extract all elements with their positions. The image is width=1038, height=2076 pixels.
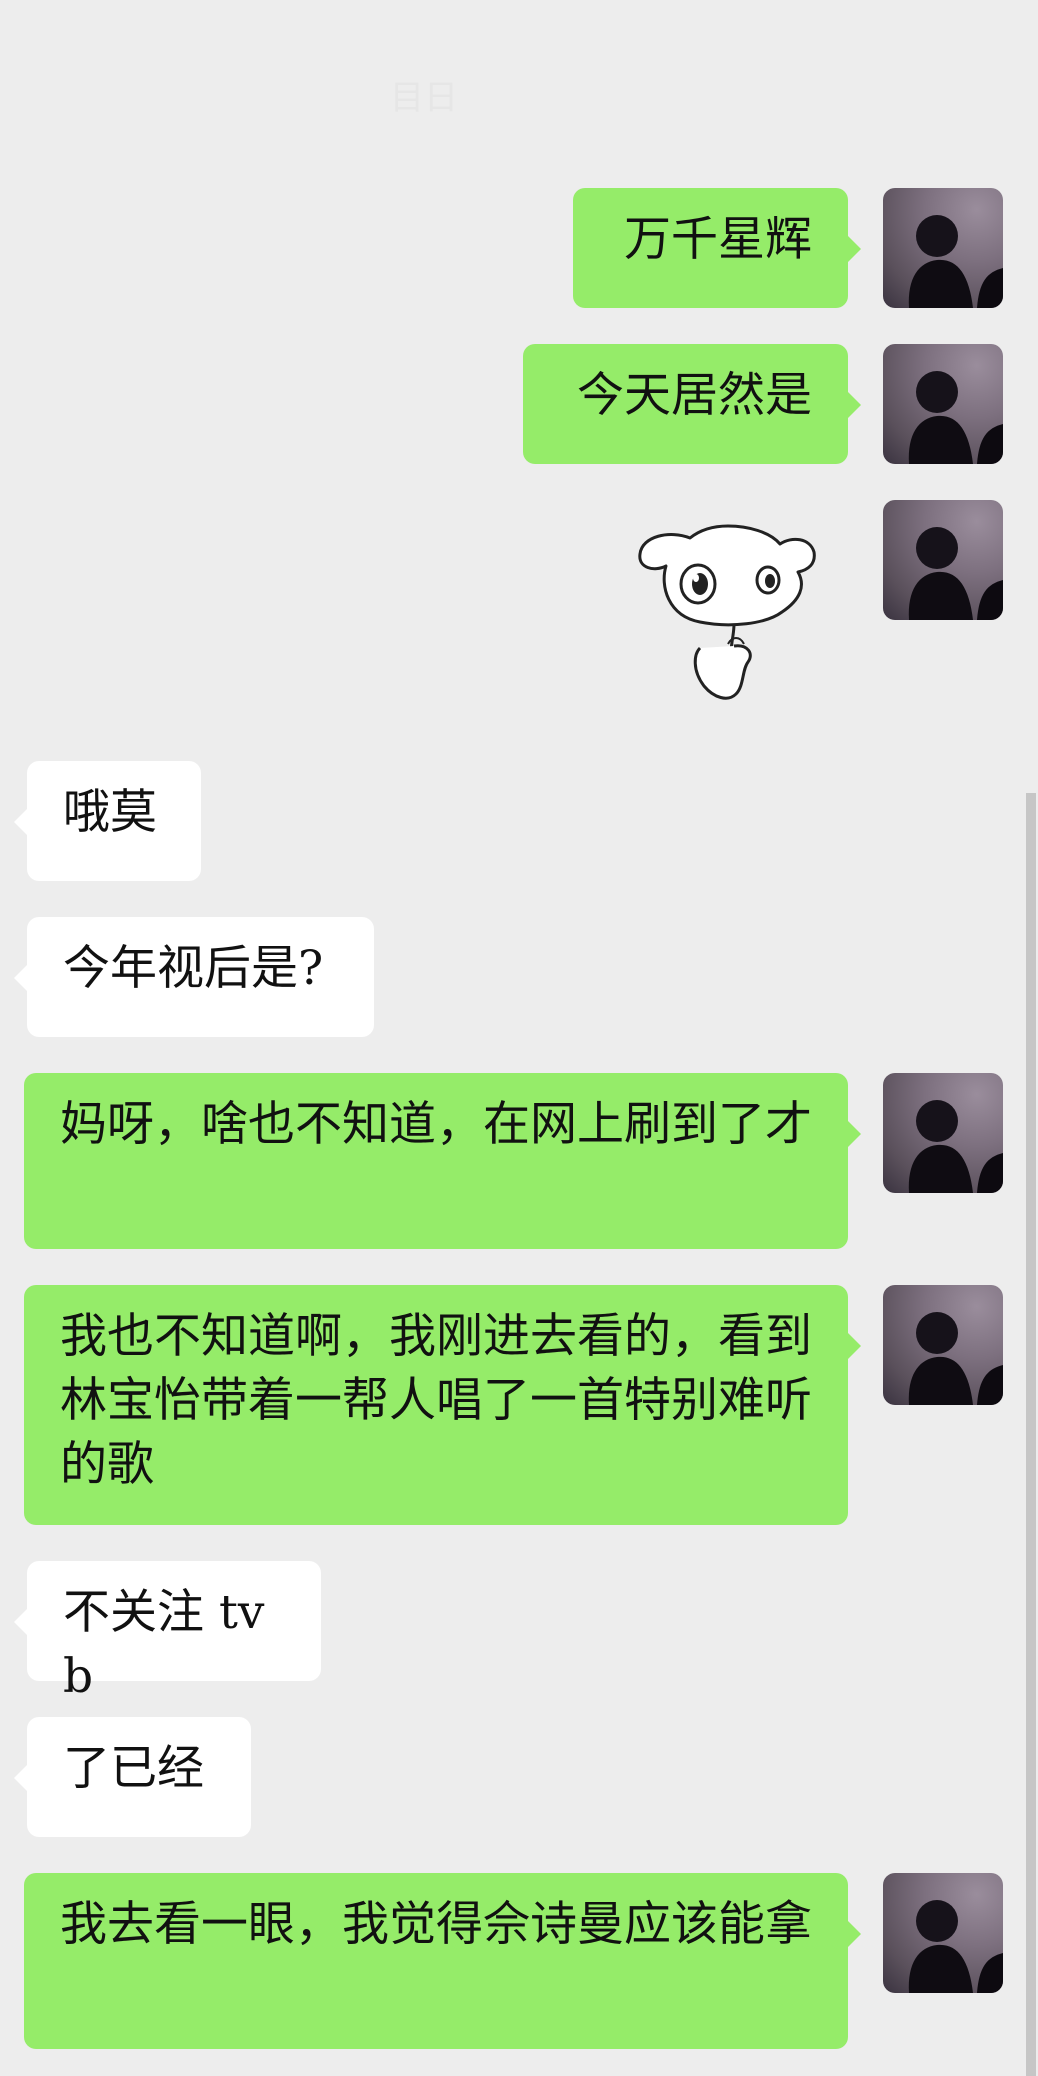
message-received: 哦莫 <box>0 761 1038 881</box>
message-sent <box>0 500 1038 730</box>
user-avatar-icon[interactable] <box>883 188 1003 308</box>
message-bubble[interactable]: 我去看一眼，我觉得佘诗曼应该能拿 <box>24 1873 861 2049</box>
message-text: 万千星辉 <box>624 212 812 267</box>
user-avatar-icon[interactable] <box>883 1873 1003 1993</box>
user-avatar-icon[interactable] <box>883 1285 1003 1405</box>
message-received: 了已经 <box>0 1717 1038 1837</box>
message-text: 今年视后是? <box>63 941 324 996</box>
message-bubble[interactable]: 了已经 <box>14 1717 251 1837</box>
chat-title: 目日 <box>390 79 458 117</box>
message-bubble[interactable]: 妈呀，啥也不知道，在网上刷到了才 <box>24 1073 861 1249</box>
message-text: 不关注 tvb <box>63 1585 265 1704</box>
cartoon-dog-sticker-icon[interactable] <box>630 520 830 710</box>
user-avatar-icon[interactable] <box>883 344 1003 464</box>
chat-header: 目日 <box>0 0 1038 150</box>
message-text: 了已经 <box>63 1741 204 1796</box>
message-sent: 今天居然是 <box>0 344 1038 464</box>
message-sent: 我去看一眼，我觉得佘诗曼应该能拿 <box>0 1873 1038 2049</box>
message-bubble[interactable]: 我也不知道啊，我刚进去看的，看到林宝怡带着一帮人唱了一首特别难听的歌 <box>24 1285 861 1525</box>
message-bubble[interactable]: 今年视后是? <box>14 917 374 1037</box>
user-avatar-icon[interactable] <box>883 1073 1003 1193</box>
message-received: 不关注 tvb <box>0 1561 1038 1704</box>
message-sent: 我也不知道啊，我刚进去看的，看到林宝怡带着一帮人唱了一首特别难听的歌 <box>0 1285 1038 1525</box>
message-sent: 妈呀，啥也不知道，在网上刷到了才 <box>0 1073 1038 1249</box>
message-text: 哦莫 <box>63 785 157 840</box>
message-bubble[interactable]: 哦莫 <box>14 761 201 881</box>
message-received: 今年视后是? <box>0 917 1038 1037</box>
message-text: 我去看一眼，我觉得佘诗曼应该能拿 <box>60 1897 812 1952</box>
message-bubble[interactable]: 不关注 tvb <box>14 1561 321 1704</box>
message-bubble[interactable]: 万千星辉 <box>573 188 861 308</box>
message-text: 今天居然是 <box>577 368 812 423</box>
message-text: 我也不知道啊，我刚进去看的，看到林宝怡带着一帮人唱了一首特别难听的歌 <box>60 1309 812 1492</box>
message-sent: 万千星辉 <box>0 188 1038 308</box>
message-text: 妈呀，啥也不知道，在网上刷到了才 <box>60 1097 812 1152</box>
message-bubble[interactable]: 今天居然是 <box>523 344 861 464</box>
user-avatar-icon[interactable] <box>883 500 1003 620</box>
